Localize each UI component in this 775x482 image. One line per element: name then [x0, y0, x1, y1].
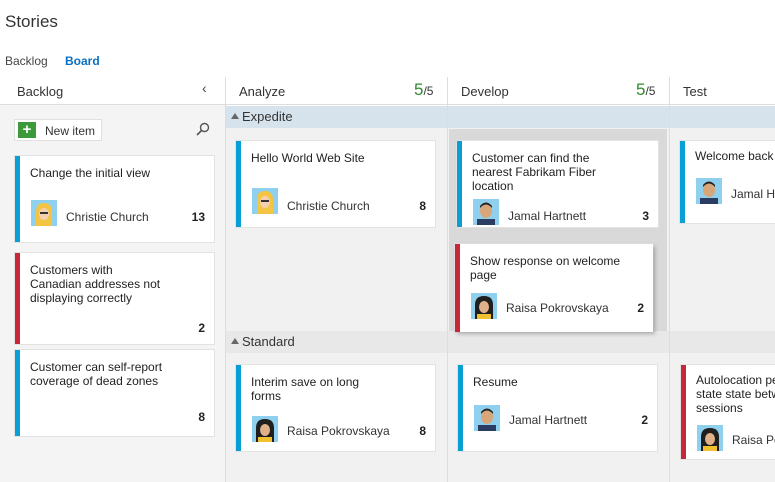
swimlane-standard[interactable]: Standard — [226, 331, 775, 353]
column-divider — [225, 77, 226, 482]
avatar — [31, 200, 57, 226]
new-item-button[interactable]: + New item — [14, 119, 102, 141]
column-header-test: Test — [670, 77, 775, 105]
avatar — [252, 416, 278, 442]
plus-icon: + — [18, 122, 36, 138]
collapse-chevron-icon[interactable]: ‹ — [202, 80, 207, 96]
column-name: Backlog — [17, 84, 64, 99]
collapse-triangle-icon[interactable] — [231, 113, 239, 119]
column-name: Test — [683, 84, 707, 99]
story-card[interactable]: Hello World Web Site Christie Church 8 — [236, 141, 435, 227]
kanban-board: Backlog ‹ Analyze 5/5 Develop 5/5 Test E… — [0, 77, 775, 482]
avatar — [471, 293, 497, 319]
collapse-triangle-icon[interactable] — [231, 338, 239, 344]
story-card[interactable]: Welcome back p Jamal Har — [680, 141, 775, 223]
tab-board[interactable]: Board — [65, 54, 100, 68]
backlog-card[interactable]: Customer can self-report coverage of dea… — [15, 350, 214, 436]
lane-label: Standard — [242, 334, 295, 349]
column-header-analyze: Analyze 5/5 — [226, 77, 447, 105]
story-card[interactable]: Autolocation pe state state betw session… — [681, 365, 775, 459]
column-header-backlog: Backlog ‹ — [0, 77, 225, 105]
story-card[interactable]: Interim save on long forms Raisa Pokrovs… — [236, 365, 435, 451]
column-name: Analyze — [239, 84, 286, 99]
column-header-develop: Develop 5/5 — [448, 77, 669, 105]
column-divider — [669, 77, 670, 482]
backlog-card[interactable]: Change the initial view Christie Church … — [15, 156, 214, 242]
search-icon[interactable] — [196, 122, 210, 141]
avatar — [474, 405, 500, 431]
wip-limit: 5/5 — [414, 80, 434, 99]
story-card-dragging[interactable]: Show response on welcome page Raisa Pokr… — [455, 244, 653, 332]
swimlane-expedite[interactable]: Expedite — [226, 106, 775, 128]
story-card[interactable]: Resume Jamal Hartnett 2 — [458, 365, 657, 451]
column-name: Develop — [461, 84, 509, 99]
avatar — [697, 425, 723, 451]
story-card[interactable]: Customer can find the nearest Fabrikam F… — [457, 141, 658, 227]
avatar — [252, 188, 278, 214]
backlog-card[interactable]: Customers with Canadian addresses not di… — [15, 253, 214, 344]
page-title: Stories — [5, 12, 58, 31]
wip-limit: 5/5 — [636, 80, 656, 99]
column-divider — [447, 77, 448, 482]
lane-label: Expedite — [242, 109, 293, 124]
avatar — [696, 178, 722, 204]
tab-backlog[interactable]: Backlog — [5, 54, 48, 68]
avatar — [473, 199, 499, 225]
